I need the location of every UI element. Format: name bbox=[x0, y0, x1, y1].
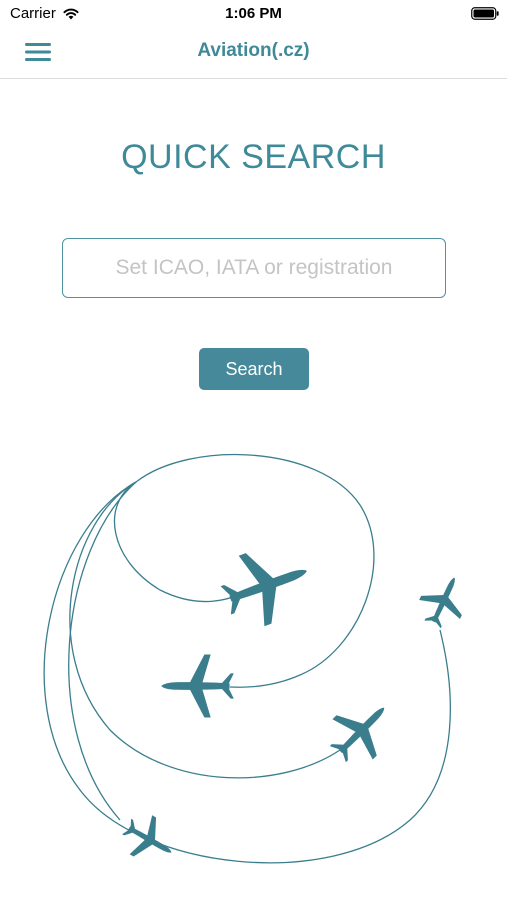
airplanes-illustration bbox=[43, 453, 475, 872]
app-title: Aviation(.cz) bbox=[197, 40, 310, 61]
airplanes bbox=[115, 535, 475, 872]
airplane-icon bbox=[115, 807, 183, 872]
clock: 1:06 PM bbox=[225, 5, 282, 22]
airplane-icon bbox=[212, 535, 320, 636]
navigation-bar: Aviation(.cz) bbox=[0, 28, 507, 79]
flight-path-3 bbox=[69, 481, 341, 779]
flight-path-1 bbox=[113, 481, 251, 603]
flight-path-5 bbox=[68, 481, 137, 821]
search-button[interactable]: Search bbox=[199, 348, 309, 390]
flight-path-4 bbox=[43, 481, 451, 864]
status-bar: Carrier 1:06 PM bbox=[0, 0, 507, 28]
battery-icon bbox=[471, 7, 499, 20]
app-screen: Carrier 1:06 PM Aviation(.cz) QUICK SEAR… bbox=[0, 0, 507, 900]
flight-paths bbox=[43, 453, 451, 864]
airplane-icon bbox=[317, 687, 405, 775]
search-input[interactable] bbox=[62, 238, 446, 298]
page-title: QUICK SEARCH bbox=[121, 138, 386, 176]
airplane-icon bbox=[161, 654, 234, 718]
airplane-icon bbox=[412, 568, 475, 634]
